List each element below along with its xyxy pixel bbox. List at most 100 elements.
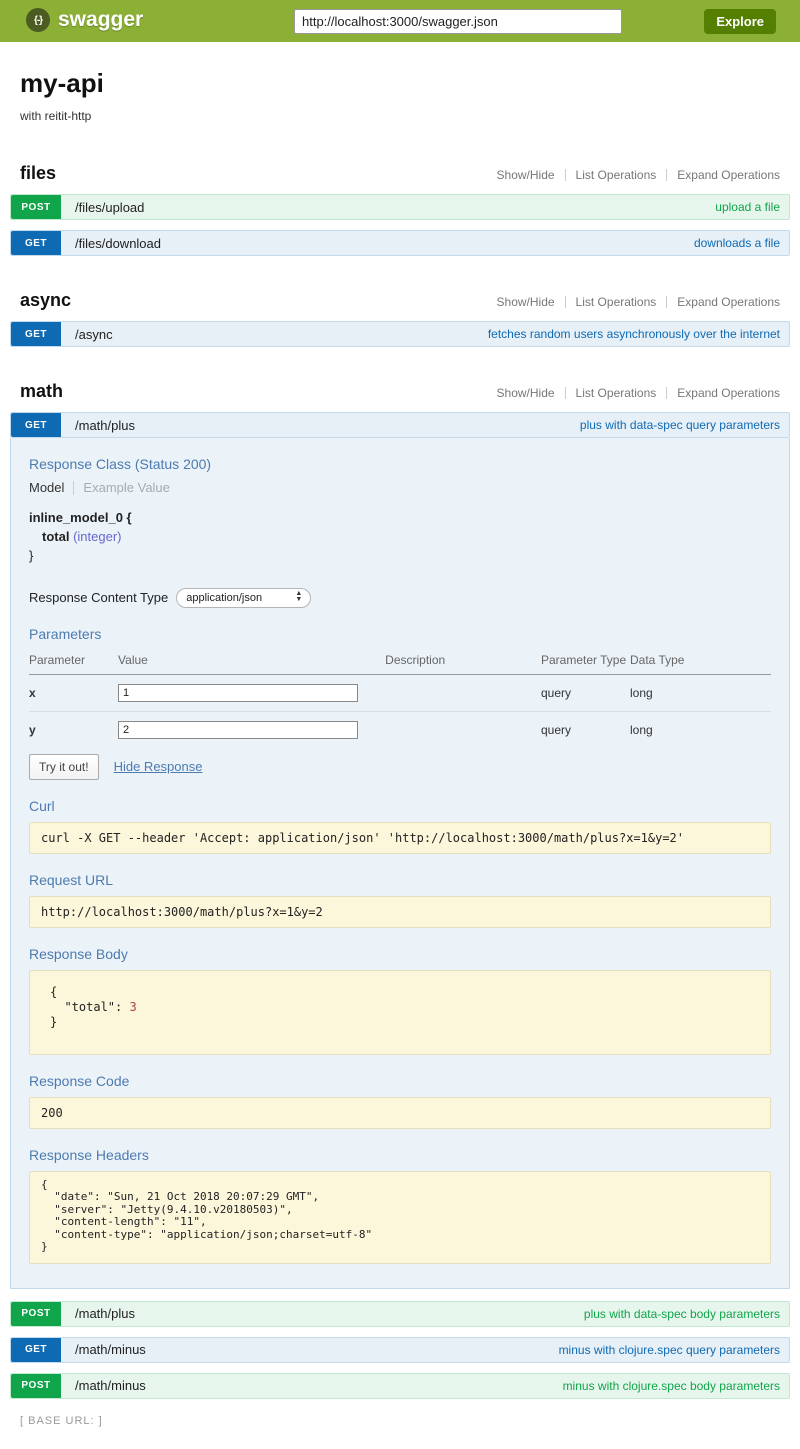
parameters-header-row: Parameter Value Description Parameter Ty…: [29, 650, 771, 675]
section-title-math: math: [20, 381, 63, 402]
show-hide-link[interactable]: Show/Hide: [497, 386, 555, 400]
curl-command: curl -X GET --header 'Accept: applicatio…: [29, 822, 771, 854]
model-signature: inline_model_0 { total (integer) }: [29, 509, 771, 566]
api-description: with reitit-http: [20, 109, 780, 123]
section-head-files: files Show/Hide List Operations Expand O…: [20, 163, 780, 184]
tab-separator: [73, 481, 74, 495]
op-summary[interactable]: downloads a file: [694, 236, 780, 250]
try-row: Try it out! Hide Response: [29, 754, 771, 780]
section-links: Show/Hide List Operations Expand Operati…: [497, 386, 780, 400]
param-value-input-y[interactable]: [118, 721, 358, 739]
op-row-math-plus-get[interactable]: GET /math/plus plus with data-spec query…: [10, 412, 790, 438]
swagger-braces-icon: [26, 8, 50, 32]
section-links: Show/Hide List Operations Expand Operati…: [497, 168, 780, 182]
op-summary[interactable]: plus with data-spec body parameters: [584, 1307, 780, 1321]
model-property: total: [42, 529, 69, 544]
method-badge: GET: [11, 413, 61, 437]
show-hide-link[interactable]: Show/Hide: [497, 295, 555, 309]
col-parameter-type: Parameter Type: [541, 650, 630, 675]
op-summary[interactable]: plus with data-spec query parameters: [580, 418, 780, 432]
json-total-line: "total": 3: [50, 1000, 750, 1015]
json-key: "total":: [50, 1000, 129, 1014]
method-badge: GET: [11, 1338, 61, 1362]
response-body-heading: Response Body: [29, 946, 771, 962]
json-value: 3: [129, 1000, 136, 1014]
parameters-heading: Parameters: [29, 626, 771, 642]
op-summary[interactable]: minus with clojure.spec query parameters: [559, 1343, 780, 1357]
op-row-math-minus-get[interactable]: GET /math/minus minus with clojure.spec …: [10, 1337, 790, 1363]
col-description: Description: [385, 650, 541, 675]
list-operations-link[interactable]: List Operations: [576, 295, 657, 309]
param-name: x: [29, 674, 118, 711]
section-head-math: math Show/Hide List Operations Expand Op…: [20, 381, 780, 402]
response-content-type-select-wrap: application/json: [176, 588, 311, 608]
model-property-type: (integer): [73, 529, 121, 544]
method-badge: POST: [11, 195, 61, 219]
param-type: query: [541, 674, 630, 711]
op-path[interactable]: /math/minus: [75, 1378, 146, 1393]
model-property-line: total (integer): [29, 528, 771, 547]
op-summary[interactable]: upload a file: [715, 200, 780, 214]
op-path[interactable]: /files/upload: [75, 200, 144, 215]
link-separator: [666, 169, 667, 181]
op-path[interactable]: /math/minus: [75, 1342, 146, 1357]
expand-operations-link[interactable]: Expand Operations: [677, 168, 780, 182]
list-operations-link[interactable]: List Operations: [576, 386, 657, 400]
main-content: my-api with reitit-http files Show/Hide …: [10, 68, 790, 1427]
show-hide-link[interactable]: Show/Hide: [497, 168, 555, 182]
op-summary[interactable]: fetches random users asynchronously over…: [488, 327, 780, 341]
base-url-footer: [ BASE URL: ]: [20, 1415, 780, 1427]
response-code-value: 200: [29, 1097, 771, 1129]
link-separator: [565, 169, 566, 181]
op-row-math-minus-post[interactable]: POST /math/minus minus with clojure.spec…: [10, 1373, 790, 1399]
col-value: Value: [118, 650, 385, 675]
try-it-out-button[interactable]: Try it out!: [29, 754, 99, 780]
expand-operations-link[interactable]: Expand Operations: [677, 386, 780, 400]
op-path[interactable]: /async: [75, 327, 113, 342]
api-title: my-api: [20, 68, 780, 99]
tab-model[interactable]: Model: [29, 480, 64, 495]
api-url-input[interactable]: [294, 9, 622, 34]
section-head-async: async Show/Hide List Operations Expand O…: [20, 290, 780, 311]
param-value-input-x[interactable]: [118, 684, 358, 702]
request-url-heading: Request URL: [29, 872, 771, 888]
method-badge: POST: [11, 1302, 61, 1326]
response-content-type-label: Response Content Type: [29, 590, 168, 605]
response-headers-code: { "date": "Sun, 21 Oct 2018 20:07:29 GMT…: [29, 1171, 771, 1264]
section-links: Show/Hide List Operations Expand Operati…: [497, 295, 780, 309]
link-separator: [666, 296, 667, 308]
response-content-type-row: Response Content Type application/json: [29, 588, 771, 608]
op-summary[interactable]: minus with clojure.spec body parameters: [563, 1379, 780, 1393]
json-open-brace: {: [50, 985, 750, 1000]
link-separator: [565, 296, 566, 308]
model-close-brace: }: [29, 547, 771, 566]
op-row-files-download[interactable]: GET /files/download downloads a file: [10, 230, 790, 256]
op-path[interactable]: /math/plus: [75, 418, 135, 433]
response-headers-heading: Response Headers: [29, 1147, 771, 1163]
expand-operations-link[interactable]: Expand Operations: [677, 295, 780, 309]
param-row-x: x query long: [29, 674, 771, 711]
op-row-async[interactable]: GET /async fetches random users asynchro…: [10, 321, 790, 347]
tab-example-value[interactable]: Example Value: [83, 480, 169, 495]
method-badge: GET: [11, 322, 61, 346]
brand-title: swagger: [58, 8, 143, 32]
method-badge: POST: [11, 1374, 61, 1398]
op-path[interactable]: /math/plus: [75, 1306, 135, 1321]
op-row-files-upload[interactable]: POST /files/upload upload a file: [10, 194, 790, 220]
request-url-value: http://localhost:3000/math/plus?x=1&y=2: [29, 896, 771, 928]
response-code-heading: Response Code: [29, 1073, 771, 1089]
op-path[interactable]: /files/download: [75, 236, 161, 251]
json-close-brace: }: [50, 1015, 750, 1030]
link-separator: [666, 387, 667, 399]
section-title-async: async: [20, 290, 71, 311]
response-content-type-select[interactable]: application/json: [176, 588, 311, 608]
explore-button[interactable]: Explore: [704, 9, 776, 34]
operation-detail-panel: Response Class (Status 200) Model Exampl…: [10, 438, 790, 1289]
hide-response-link[interactable]: Hide Response: [114, 759, 203, 774]
list-operations-link[interactable]: List Operations: [576, 168, 657, 182]
param-type: query: [541, 711, 630, 748]
param-row-y: y query long: [29, 711, 771, 748]
col-parameter: Parameter: [29, 650, 118, 675]
swagger-brand[interactable]: swagger: [26, 8, 143, 32]
op-row-math-plus-post[interactable]: POST /math/plus plus with data-spec body…: [10, 1301, 790, 1327]
